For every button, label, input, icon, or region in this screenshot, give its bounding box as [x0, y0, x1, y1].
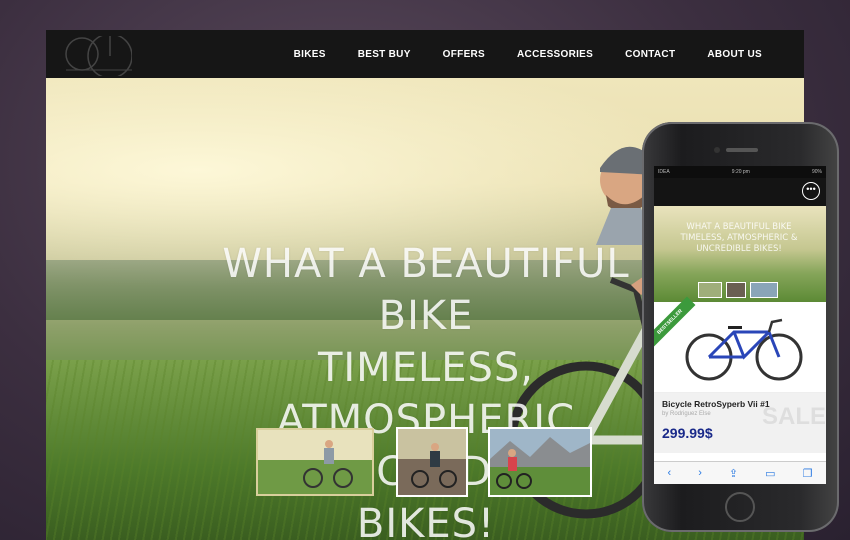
status-carrier: IDEA	[658, 169, 670, 175]
nav-about-us[interactable]: ABOUT US	[707, 49, 762, 60]
phone-thumb-3[interactable]	[750, 282, 778, 298]
nav-accessories[interactable]: ACCESSORIES	[517, 49, 593, 60]
hero-headline-line1: WHAT A BEAUTIFUL BIKE	[222, 241, 630, 339]
browser-toolbar: ‹ › ⇪ ▭ ❐	[654, 461, 826, 484]
phone-speaker	[726, 148, 758, 152]
front-camera	[714, 147, 720, 153]
bookmarks-icon[interactable]: ▭	[765, 467, 775, 480]
share-icon[interactable]: ⇪	[729, 467, 738, 480]
forward-icon[interactable]: ›	[698, 467, 702, 479]
site-navbar: BIKES BEST BUY OFFERS ACCESSORIES CONTAC…	[46, 30, 804, 78]
nav-best-buy[interactable]: BEST BUY	[358, 49, 411, 60]
home-button[interactable]	[725, 492, 755, 522]
phone-hero-headline: WHAT A BEAUTIFUL BIKE TIMELESS, ATMOSPHE…	[680, 222, 798, 254]
back-icon[interactable]: ‹	[668, 467, 672, 479]
phone-status-bar: IDEA 9:20 pm 90%	[654, 166, 826, 178]
status-time: 9:20 pm	[731, 169, 750, 175]
phone-thumb-1[interactable]	[698, 282, 722, 298]
slide-thumbnail-2[interactable]	[396, 427, 468, 497]
more-options-icon[interactable]: •••	[802, 182, 820, 200]
nav-contact[interactable]: CONTACT	[625, 49, 675, 60]
product-info: SALE Bicycle RetroSyperb Vii #1 by Rodri…	[654, 393, 826, 453]
slide-thumbnail-3[interactable]	[488, 427, 592, 497]
main-menu: BIKES BEST BUY OFFERS ACCESSORIES CONTAC…	[294, 30, 804, 78]
nav-offers[interactable]: OFFERS	[443, 49, 485, 60]
phone-screen: IDEA 9:20 pm 90% ••• WHAT A BEAUTIFUL BI…	[654, 166, 826, 484]
phone-hero: WHAT A BEAUTIFUL BIKE TIMELESS, ATMOSPHE…	[654, 206, 826, 302]
phone-mockup: IDEA 9:20 pm 90% ••• WHAT A BEAUTIFUL BI…	[642, 122, 839, 532]
nav-bikes[interactable]: BIKES	[294, 49, 326, 60]
status-battery: 90%	[811, 169, 822, 175]
phone-navbar: •••	[654, 178, 826, 206]
product-card-image[interactable]: BESTSELLER	[654, 296, 826, 393]
slide-thumbnail-1[interactable]	[256, 428, 374, 496]
wheel-logo-icon[interactable]	[52, 36, 132, 76]
phone-thumb-2[interactable]	[726, 282, 746, 298]
sale-watermark: SALE	[761, 403, 826, 430]
tabs-icon[interactable]: ❐	[803, 467, 813, 480]
